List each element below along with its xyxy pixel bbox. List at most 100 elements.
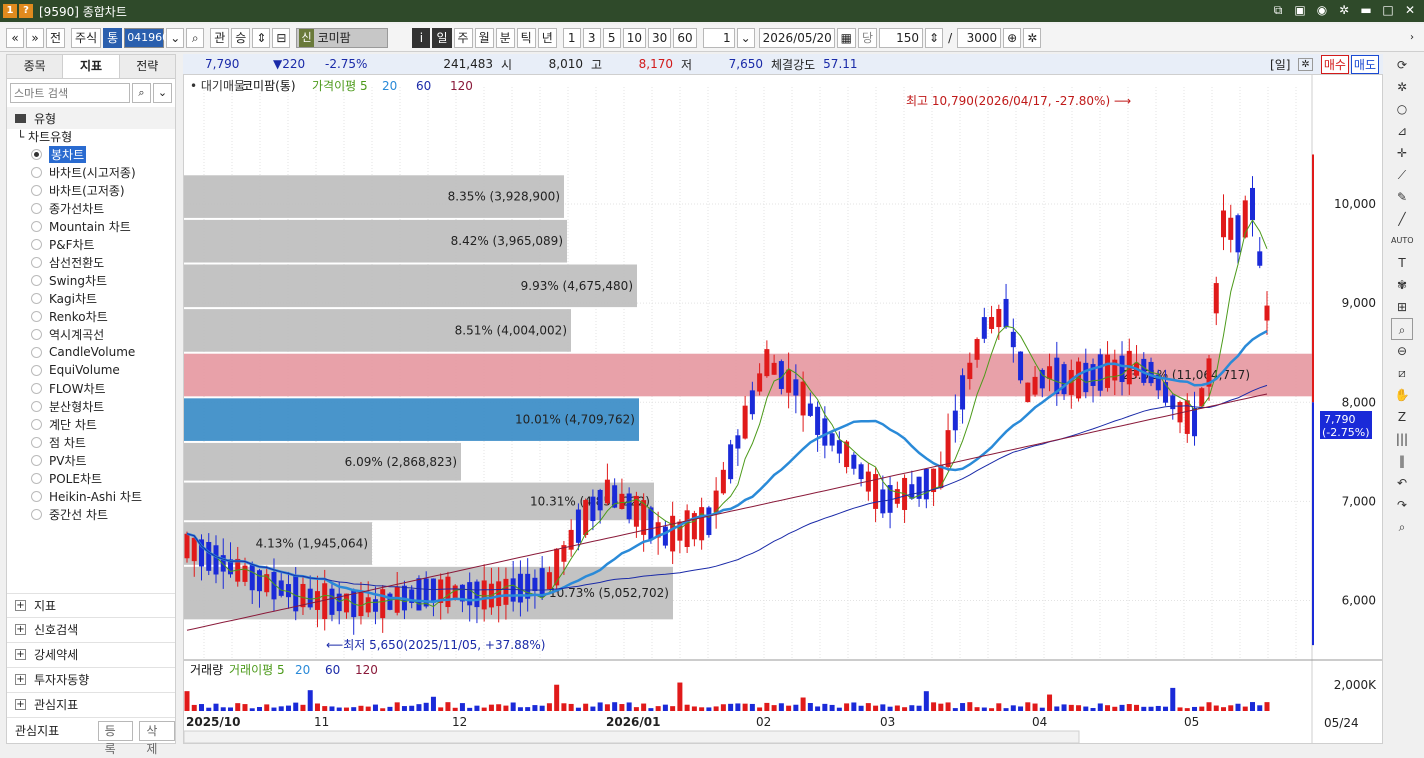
radio-icon[interactable] [31, 508, 42, 520]
undo-icon[interactable]: ↶ [1391, 472, 1413, 494]
chart-type-option[interactable]: Heikin-Ashi 차트 [7, 487, 175, 505]
chart-type-option[interactable]: 봉차트 [7, 145, 175, 163]
code-dropdown-icon[interactable]: ⌄ [166, 27, 185, 48]
minute-3[interactable]: 3 [582, 27, 601, 48]
radio-icon[interactable] [31, 274, 42, 286]
chart-type-option[interactable]: EquiVolume [7, 361, 175, 379]
chart-tool-icon[interactable]: ⊿ [1391, 120, 1413, 142]
radio-icon[interactable] [31, 364, 42, 376]
radio-icon[interactable] [31, 400, 42, 412]
group-favorites[interactable]: + 관심지표 [7, 692, 175, 716]
tong-button[interactable]: 통 [103, 27, 123, 48]
date-input[interactable]: 2026/05/20 [758, 27, 835, 48]
chart-type-option[interactable]: 분산형차트 [7, 397, 175, 415]
radio-icon[interactable] [31, 490, 42, 502]
total-input[interactable]: 3000 [957, 27, 1002, 48]
bar-tool-icon[interactable]: ⊞ [1391, 296, 1413, 318]
expand-icon[interactable]: ⌄ [153, 83, 172, 103]
radio-icon[interactable] [31, 148, 42, 160]
help-icon[interactable]: ? [19, 4, 33, 18]
redo-icon[interactable]: ↷ [1391, 494, 1413, 516]
period-minute[interactable]: 분 [495, 27, 515, 48]
radio-icon[interactable] [31, 418, 42, 430]
chart-type-option[interactable]: Renko차트 [7, 307, 175, 325]
tree-title[interactable]: └ 차트유형 [7, 129, 175, 145]
buy-button[interactable]: 매수 [1320, 54, 1349, 74]
tab-indicators[interactable]: 지표 [63, 55, 120, 78]
minimize-icon[interactable]: ▬ [1358, 2, 1374, 18]
chart-type-option[interactable]: Swing차트 [7, 271, 175, 289]
text-tool-icon[interactable]: T [1391, 252, 1413, 274]
group-indicators[interactable]: + 지표 [7, 593, 175, 617]
sell-button[interactable]: 매도 [1350, 54, 1379, 74]
radio-icon[interactable] [31, 346, 42, 358]
info-button[interactable]: i [412, 27, 431, 48]
seung-button[interactable]: 승 [231, 27, 251, 48]
circle-tool-icon[interactable]: ○ [1391, 98, 1413, 120]
interval-dropdown-icon[interactable]: ⌄ [736, 27, 755, 48]
next-stock-button[interactable]: » [26, 27, 44, 48]
chart-type-option[interactable]: PV차트 [7, 451, 175, 469]
period-month[interactable]: 월 [474, 27, 494, 48]
lock-icon[interactable]: ⊟ [272, 27, 291, 48]
chart-type-option[interactable]: 바차트(고저종) [7, 181, 175, 199]
radio-icon[interactable] [31, 382, 42, 394]
gear-icon[interactable]: ✲ [1391, 76, 1413, 98]
interval-input[interactable]: 1 [702, 27, 735, 48]
chart-type-option[interactable]: Mountain 차트 [7, 217, 175, 235]
gear-icon[interactable]: ✲ [1336, 2, 1352, 18]
chart-type-option[interactable]: 점 차트 [7, 433, 175, 451]
radio-icon[interactable] [31, 310, 42, 322]
minute-1[interactable]: 1 [562, 27, 581, 48]
search-icon[interactable]: ⌕ [132, 83, 151, 103]
minute-30[interactable]: 30 [648, 27, 672, 48]
settings-icon[interactable]: ✲ [1023, 27, 1042, 48]
tab-stocks[interactable]: 종목 [7, 55, 64, 78]
toolbar-scroll[interactable]: › [1404, 24, 1420, 52]
minute-60[interactable]: 60 [673, 27, 697, 48]
search-icon[interactable]: ⌕ [1391, 516, 1413, 538]
prev-stock-button[interactable]: « [6, 27, 24, 48]
chart-type-option[interactable]: POLE차트 [7, 469, 175, 487]
group-signal-search[interactable]: + 신호검색 [7, 617, 175, 641]
period-year[interactable]: 년 [537, 27, 557, 48]
radio-icon[interactable] [31, 238, 42, 250]
crosshair-icon[interactable]: ✛ [1391, 142, 1413, 164]
chart-type-option[interactable]: 중간선 차트 [7, 505, 175, 523]
radio-icon[interactable] [31, 436, 42, 448]
radio-icon[interactable] [31, 220, 42, 232]
period-week[interactable]: 주 [453, 27, 473, 48]
fib-tool-icon[interactable]: ⧄ [1391, 362, 1413, 384]
pattern-icon[interactable]: ✾ [1391, 274, 1413, 296]
price-chart-svg[interactable]: 10.31% (4,855,222)6.09% (2,868,823)10.01… [184, 75, 1382, 743]
radio-icon[interactable] [31, 292, 42, 304]
gwan-button[interactable]: 관 [210, 27, 230, 48]
chart-type-option[interactable]: 바차트(시고저종) [7, 163, 175, 181]
calendar-icon[interactable]: ▦ [836, 27, 856, 48]
type-group[interactable]: 유형 [7, 107, 175, 129]
auto-icon[interactable]: AUTO [1391, 230, 1414, 252]
image-icon[interactable]: ▣ [1292, 2, 1308, 18]
stock-code-input[interactable]: 041960 [124, 27, 169, 48]
zoom-out-icon[interactable]: ⊖ [1391, 340, 1413, 362]
chart-type-option[interactable]: Kagi차트 [7, 289, 175, 307]
count-spin-icon[interactable]: ⇕ [925, 27, 944, 48]
refresh-icon[interactable]: ⟳ [1391, 54, 1413, 76]
maximize-icon[interactable]: □ [1380, 2, 1396, 18]
pen-icon[interactable]: ✎ [1391, 186, 1413, 208]
bars-tool-icon[interactable]: ||| [1391, 428, 1413, 450]
radio-icon[interactable] [31, 454, 42, 466]
line-draw-icon[interactable]: ⟋ [1391, 164, 1413, 186]
chart-type-option[interactable]: P&F차트 [7, 235, 175, 253]
smart-search-input[interactable] [10, 83, 130, 103]
zoom-icon[interactable]: ⌕ [1391, 318, 1413, 340]
z-tool-icon[interactable]: Z [1391, 406, 1413, 428]
chart-type-option[interactable]: 종가선차트 [7, 199, 175, 217]
stock-name-field[interactable]: 신 코미팜 [296, 27, 389, 48]
columns-tool-icon[interactable]: ‖ [1391, 450, 1413, 472]
tab-strategy[interactable]: 전략 [119, 55, 175, 78]
search-icon[interactable]: ⌕ [186, 27, 205, 48]
restore-icon[interactable]: ⧉ [1270, 2, 1286, 18]
period-tick[interactable]: 틱 [516, 27, 536, 48]
chart-type-option[interactable]: CandleVolume [7, 343, 175, 361]
